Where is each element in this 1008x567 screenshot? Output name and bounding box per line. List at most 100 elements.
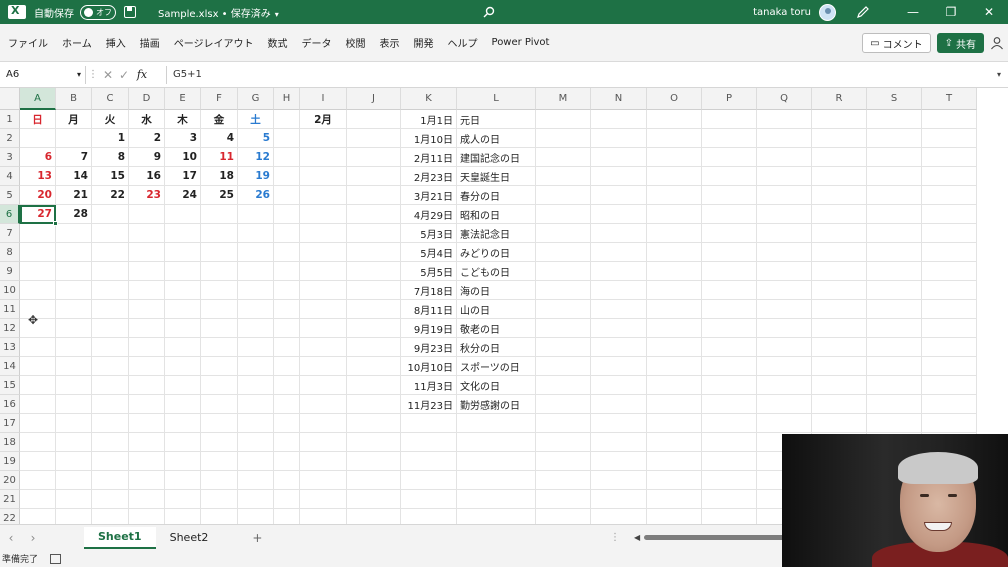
tab-data[interactable]: データ — [302, 35, 332, 50]
cell-M18[interactable] — [536, 433, 591, 452]
tab-view[interactable]: 表示 — [380, 35, 400, 50]
cell-I15[interactable] — [300, 376, 347, 395]
cell-O16[interactable] — [647, 395, 702, 414]
cell-A15[interactable] — [20, 376, 56, 395]
cell-L8[interactable]: みどりの日 — [457, 243, 536, 262]
cell-S4[interactable] — [867, 167, 922, 186]
cell-N19[interactable] — [591, 452, 647, 471]
cell-J9[interactable] — [347, 262, 401, 281]
row-header[interactable]: 21 — [0, 490, 20, 509]
cell-K18[interactable] — [401, 433, 457, 452]
cell-T3[interactable] — [922, 148, 977, 167]
cell-J22[interactable] — [347, 509, 401, 524]
cell-N4[interactable] — [591, 167, 647, 186]
cell-J16[interactable] — [347, 395, 401, 414]
cell-O14[interactable] — [647, 357, 702, 376]
cell-F11[interactable] — [201, 300, 238, 319]
cell-I11[interactable] — [300, 300, 347, 319]
cell-B13[interactable] — [56, 338, 92, 357]
cell-A1[interactable]: 日 — [20, 110, 56, 129]
cell-L1[interactable]: 元日 — [457, 110, 536, 129]
row-header[interactable]: 1 — [0, 110, 20, 129]
cell-R12[interactable] — [812, 319, 867, 338]
cell-R16[interactable] — [812, 395, 867, 414]
cell-A4[interactable]: 13 — [20, 167, 56, 186]
sheet-tab-sheet1[interactable]: Sheet1 — [84, 526, 156, 549]
cell-E9[interactable] — [165, 262, 201, 281]
cell-N10[interactable] — [591, 281, 647, 300]
horizontal-scrollbar[interactable]: ⋮ ◀ — [610, 532, 795, 543]
cell-H9[interactable] — [274, 262, 300, 281]
cell-F9[interactable] — [201, 262, 238, 281]
cell-G6[interactable] — [238, 205, 274, 224]
cell-K17[interactable] — [401, 414, 457, 433]
column-header[interactable]: J — [347, 88, 401, 110]
cell-J21[interactable] — [347, 490, 401, 509]
cell-Q6[interactable] — [757, 205, 812, 224]
cell-L5[interactable]: 春分の日 — [457, 186, 536, 205]
cell-P11[interactable] — [702, 300, 757, 319]
cell-I17[interactable] — [300, 414, 347, 433]
cell-H17[interactable] — [274, 414, 300, 433]
cell-C2[interactable]: 1 — [92, 129, 129, 148]
cell-B12[interactable] — [56, 319, 92, 338]
insert-function-button[interactable]: fx — [132, 68, 152, 81]
cell-E15[interactable] — [165, 376, 201, 395]
cell-M1[interactable] — [536, 110, 591, 129]
cell-H14[interactable] — [274, 357, 300, 376]
cell-P3[interactable] — [702, 148, 757, 167]
cell-F4[interactable]: 18 — [201, 167, 238, 186]
cell-L13[interactable]: 秋分の日 — [457, 338, 536, 357]
cell-S3[interactable] — [867, 148, 922, 167]
cell-L9[interactable]: こどもの日 — [457, 262, 536, 281]
cell-R9[interactable] — [812, 262, 867, 281]
cell-B22[interactable] — [56, 509, 92, 524]
cell-H15[interactable] — [274, 376, 300, 395]
tab-formulas[interactable]: 数式 — [268, 35, 288, 50]
cell-C5[interactable]: 22 — [92, 186, 129, 205]
cell-J2[interactable] — [347, 129, 401, 148]
cell-D3[interactable]: 9 — [129, 148, 165, 167]
cell-R14[interactable] — [812, 357, 867, 376]
cell-O6[interactable] — [647, 205, 702, 224]
cell-R8[interactable] — [812, 243, 867, 262]
chevron-right-icon[interactable]: › — [22, 531, 44, 545]
cell-H12[interactable] — [274, 319, 300, 338]
cell-I5[interactable] — [300, 186, 347, 205]
cell-C20[interactable] — [92, 471, 129, 490]
tab-draw[interactable]: 描画 — [140, 35, 160, 50]
cell-T16[interactable] — [922, 395, 977, 414]
cell-C21[interactable] — [92, 490, 129, 509]
cell-B11[interactable] — [56, 300, 92, 319]
cell-L4[interactable]: 天皇誕生日 — [457, 167, 536, 186]
cell-O7[interactable] — [647, 224, 702, 243]
cell-N1[interactable] — [591, 110, 647, 129]
cell-K22[interactable] — [401, 509, 457, 524]
cell-I12[interactable] — [300, 319, 347, 338]
cell-C16[interactable] — [92, 395, 129, 414]
cell-P18[interactable] — [702, 433, 757, 452]
cell-G22[interactable] — [238, 509, 274, 524]
cell-P20[interactable] — [702, 471, 757, 490]
cell-E14[interactable] — [165, 357, 201, 376]
cell-G12[interactable] — [238, 319, 274, 338]
cell-D18[interactable] — [129, 433, 165, 452]
cell-P21[interactable] — [702, 490, 757, 509]
cell-T13[interactable] — [922, 338, 977, 357]
column-header[interactable]: N — [591, 88, 647, 110]
scroll-left-icon[interactable]: ◀ — [634, 533, 640, 542]
cell-S7[interactable] — [867, 224, 922, 243]
cell-F1[interactable]: 金 — [201, 110, 238, 129]
cell-E19[interactable] — [165, 452, 201, 471]
cell-D6[interactable] — [129, 205, 165, 224]
cell-Q2[interactable] — [757, 129, 812, 148]
cell-Q3[interactable] — [757, 148, 812, 167]
column-header[interactable]: K — [401, 88, 457, 110]
cell-I14[interactable] — [300, 357, 347, 376]
cell-A13[interactable] — [20, 338, 56, 357]
row-header[interactable]: 3 — [0, 148, 20, 167]
column-header[interactable]: H — [274, 88, 300, 110]
cell-J18[interactable] — [347, 433, 401, 452]
cell-D14[interactable] — [129, 357, 165, 376]
row-header[interactable]: 16 — [0, 395, 20, 414]
